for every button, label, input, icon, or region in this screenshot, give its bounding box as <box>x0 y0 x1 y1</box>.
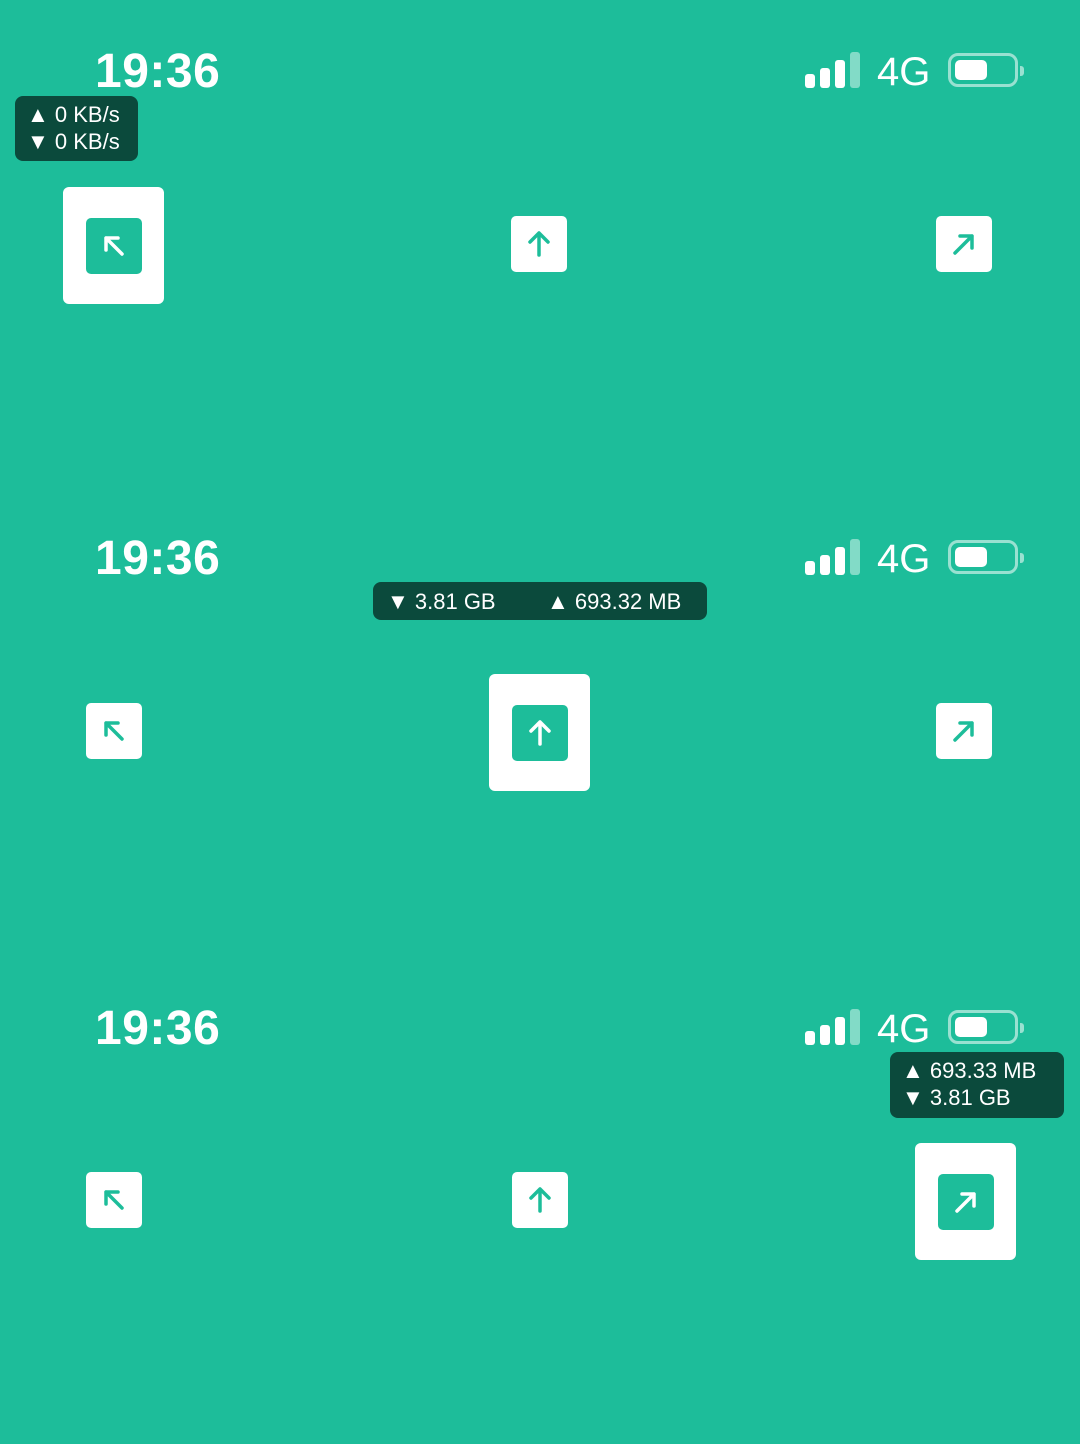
arrow-up-right-icon <box>953 721 974 742</box>
arrow-up-icon <box>528 719 551 746</box>
network-type: 4G <box>877 537 931 581</box>
network-type: 4G <box>877 50 931 94</box>
status-time: 19:36 <box>95 532 221 585</box>
upload-total: ▲ 693.32 MB <box>547 589 682 614</box>
speed-badge: ▲ 0 KB/s ▼ 0 KB/s <box>15 96 138 161</box>
arrow-up-right-icon <box>954 1191 976 1213</box>
signal-icon <box>805 1009 861 1045</box>
traffic-badge: ▲ 693.33 MB ▼ 3.81 GB <box>890 1052 1064 1118</box>
battery-icon <box>948 540 1024 574</box>
arrow-up-left-icon <box>103 235 124 256</box>
arrow-up-left-icon <box>104 1190 124 1210</box>
position-top-center-button[interactable] <box>512 1172 568 1228</box>
position-top-left-button[interactable] <box>86 1172 142 1228</box>
arrow-up-left-icon <box>104 721 124 741</box>
upload-total: ▲ 693.33 MB <box>902 1058 1037 1083</box>
position-top-center-button[interactable] <box>511 216 567 272</box>
arrow-up-icon <box>528 231 550 257</box>
position-top-left-button[interactable] <box>63 187 164 304</box>
panel-top-left: 19:36 4G ▲ 0 KB/s ▼ 0 KB/s <box>0 0 1080 487</box>
download-total: ▼ 3.81 GB <box>387 589 496 614</box>
arrow-up-right-icon <box>953 234 974 255</box>
traffic-badge: ▼ 3.81 GB ▲ 693.32 MB <box>373 582 707 620</box>
position-top-left-button[interactable] <box>86 703 142 759</box>
battery-icon <box>948 1010 1024 1044</box>
panel-top-right: 19:36 4G ▲ 693.33 MB ▼ 3.81 GB <box>0 957 1080 1444</box>
position-top-right-button[interactable] <box>936 216 992 272</box>
status-time: 19:36 <box>95 45 221 98</box>
download-total: ▼ 3.81 GB <box>902 1085 1011 1110</box>
position-top-right-button[interactable] <box>915 1143 1016 1260</box>
position-top-right-button[interactable] <box>936 703 992 759</box>
panel-top-center: 19:36 4G ▼ 3.81 GB ▲ 693.32 MB <box>0 487 1080 974</box>
position-top-center-button[interactable] <box>489 674 590 791</box>
download-speed: ▼ 0 KB/s <box>27 129 120 154</box>
arrow-up-icon <box>529 1187 551 1213</box>
status-time: 19:36 <box>95 1002 221 1055</box>
battery-icon <box>948 53 1024 87</box>
signal-icon <box>805 52 861 88</box>
signal-icon <box>805 539 861 575</box>
upload-speed: ▲ 0 KB/s <box>27 102 120 127</box>
network-type: 4G <box>877 1007 931 1051</box>
